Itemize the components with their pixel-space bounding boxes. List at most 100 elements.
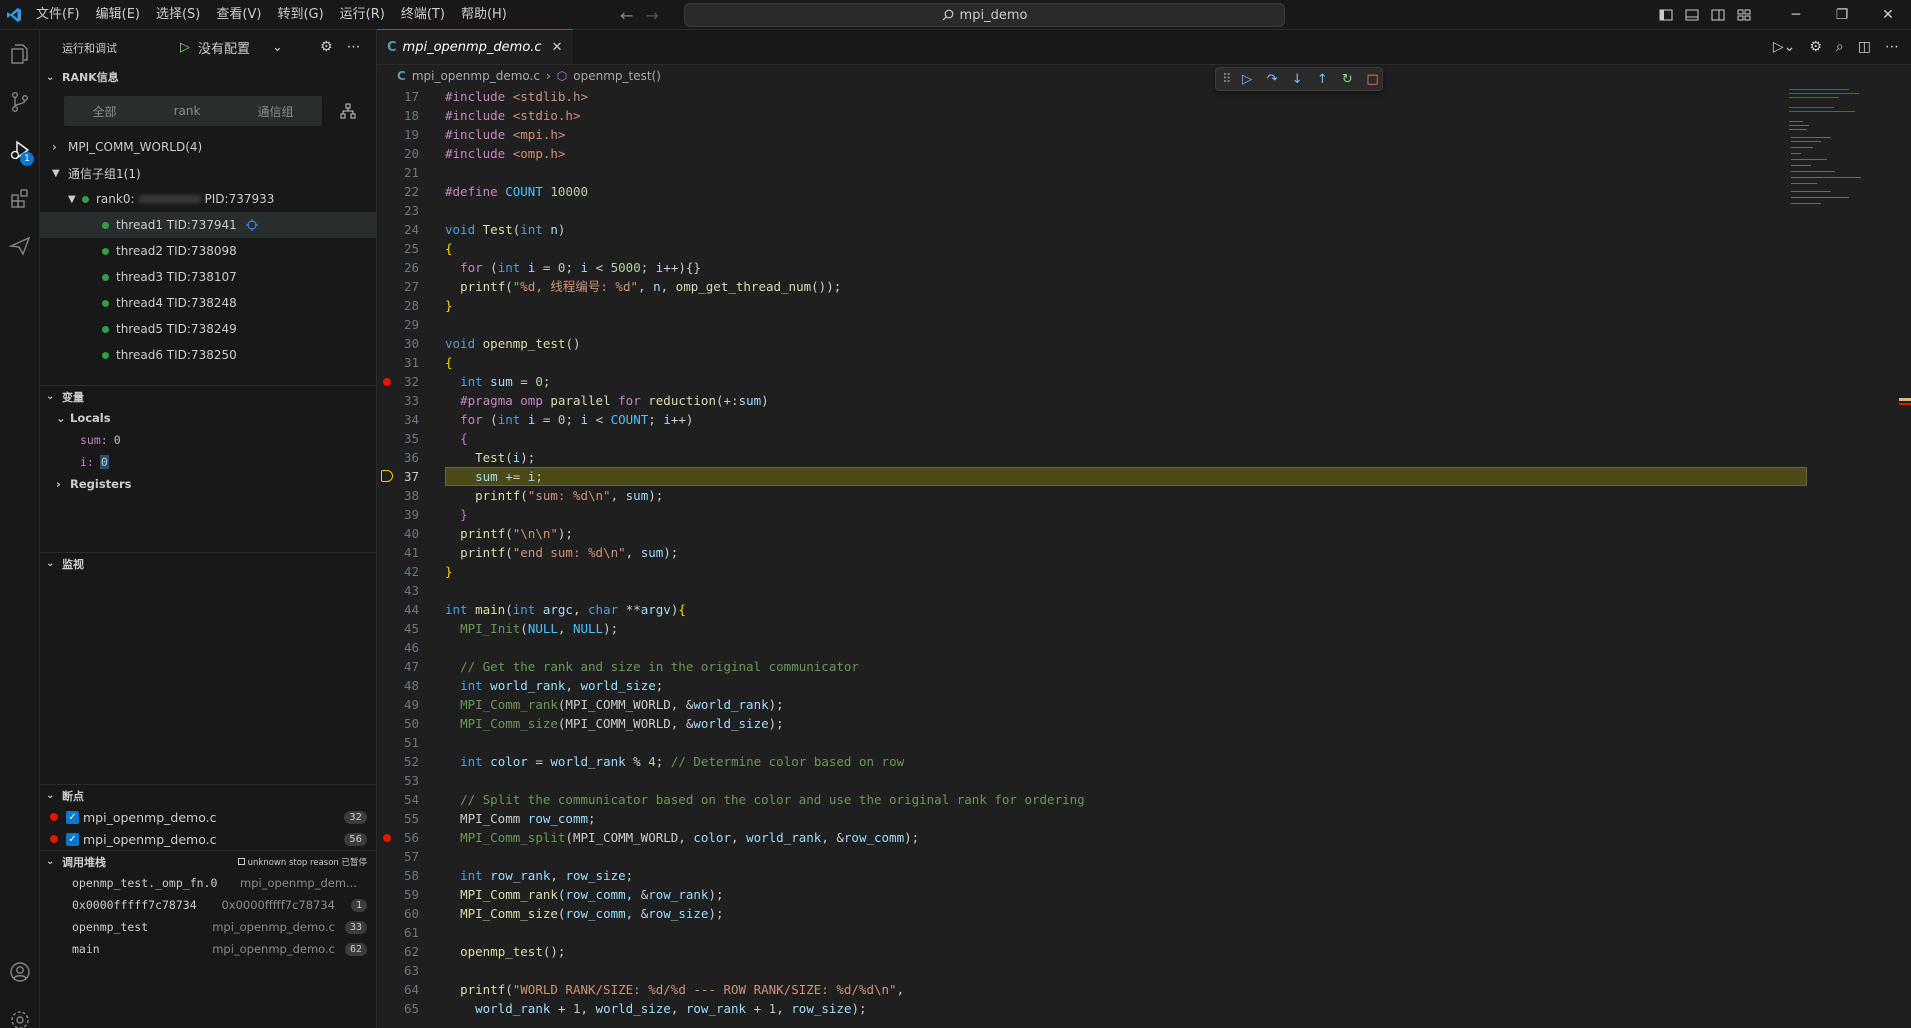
code-line[interactable]: 61 [377,923,1807,942]
code-text[interactable]: Test(i); [445,448,535,467]
menu-edit[interactable]: 编辑(E) [88,0,148,30]
code-text[interactable]: #pragma omp parallel for reduction(+:sum… [445,391,769,410]
hierarchy-icon[interactable] [340,103,356,119]
settings-gear-icon[interactable]: ⚙ [320,39,333,55]
code-text[interactable]: // Split the communicator based on the c… [445,790,1085,809]
step-into-icon[interactable]: ↓ [1288,69,1307,89]
code-line[interactable]: 36 Test(i); [377,448,1807,467]
code-line[interactable]: 44 int main(int argc, char **argv){ [377,600,1807,619]
extensions-icon[interactable] [0,174,40,222]
code-line[interactable]: 63 [377,961,1807,980]
code-line[interactable]: 49 MPI_Comm_rank(MPI_COMM_WORLD, &world_… [377,695,1807,714]
code-line[interactable]: 52 int color = world_rank % 4; // Determ… [377,752,1807,771]
step-over-icon[interactable]: ↷ [1263,69,1282,89]
code-line[interactable]: 21 [377,163,1807,182]
code-line[interactable]: 64 printf("WORLD RANK/SIZE: %d/%d --- RO… [377,980,1807,999]
code-text[interactable]: MPI_Comm_size(row_comm, &row_size); [445,904,723,923]
close-tab-icon[interactable]: ✕ [552,40,563,55]
code-line[interactable]: 51 [377,733,1807,752]
code-text[interactable]: int sum = 0; [445,372,550,391]
code-line[interactable]: 60 MPI_Comm_size(row_comm, &row_size); [377,904,1807,923]
variable-row[interactable]: sum: 0 [40,429,377,451]
code-line[interactable]: 32 int sum = 0; [377,372,1807,391]
locals-scope[interactable]: ⌄ Locals [40,407,377,429]
variable-row[interactable]: i: 0 [40,451,377,473]
tree-item-rank0[interactable]: ▼ rank0: PID:737933 [40,186,376,212]
code-text[interactable]: world_rank + 1, world_size, row_rank + 1… [445,999,866,1018]
code-text[interactable]: #include <omp.h> [445,144,565,163]
code-line[interactable]: 43 [377,581,1807,600]
code-line[interactable]: 35 { [377,429,1807,448]
registers-scope[interactable]: › Registers [40,473,377,495]
variables-section-header[interactable]: ⌄ 变量 [40,385,377,407]
code-text[interactable]: MPI_Comm_rank(MPI_COMM_WORLD, &world_ran… [445,695,784,714]
code-text[interactable]: MPI_Comm_size(MPI_COMM_WORLD, &world_siz… [445,714,784,733]
code-text[interactable]: { [445,429,468,448]
code-text[interactable]: #include <stdio.h> [445,106,580,125]
stop-icon[interactable]: □ [1363,69,1382,89]
code-line[interactable]: 27 printf("%d, 线程编号: %d", n, omp_get_thr… [377,277,1807,296]
code-line[interactable]: 34 for (int i = 0; i < COUNT; i++) [377,410,1807,429]
code-text[interactable]: // Get the rank and size in the original… [445,657,859,676]
code-line[interactable]: 22 #define COUNT 10000 [377,182,1807,201]
forward-arrow-icon[interactable]: → [645,6,658,25]
code-text[interactable]: printf("sum: %d\n", sum); [445,486,663,505]
breakpoint-checkbox[interactable]: ✓ [66,832,79,846]
code-text[interactable]: #include <stdlib.h> [445,87,588,106]
code-line-current[interactable]: 37 sum += i; [377,467,1807,486]
code-text[interactable]: int main(int argc, char **argv){ [445,600,686,619]
watch-section-header[interactable]: ⌄ 监视 [40,552,377,574]
toggle-secondary-sidebar-icon[interactable] [1711,8,1725,22]
step-out-icon[interactable]: ↑ [1313,69,1332,89]
run-config-selector[interactable]: ▷ 没有配置 ⌄ [180,38,283,57]
run-and-debug-icon[interactable]: 1 [0,126,40,174]
code-line[interactable]: 54 // Split the communicator based on th… [377,790,1807,809]
back-arrow-icon[interactable]: ← [620,6,633,25]
code-line[interactable]: 53 [377,771,1807,790]
code-line[interactable]: 59 MPI_Comm_rank(row_comm, &row_rank); [377,885,1807,904]
code-line[interactable]: 23 [377,201,1807,220]
code-line[interactable]: 19 #include <mpi.h> [377,125,1807,144]
code-line[interactable]: 18 #include <stdio.h> [377,106,1807,125]
code-line[interactable]: 17 #include <stdlib.h> [377,87,1807,106]
code-text[interactable]: } [445,562,453,581]
code-text[interactable]: for (int i = 0; i < 5000; i++){} [445,258,701,277]
code-text[interactable]: MPI_Comm_rank(row_comm, &row_rank); [445,885,723,904]
code-text[interactable]: for (int i = 0; i < COUNT; i++) [445,410,693,429]
code-line[interactable]: 29 [377,315,1807,334]
drag-handle-icon[interactable]: ⠿ [1222,69,1232,89]
code-text[interactable]: void openmp_test() [445,334,581,353]
account-icon[interactable] [0,948,40,996]
breadcrumb-symbol[interactable]: openmp_test() [573,69,661,83]
code-text[interactable]: void Test(int n) [445,220,565,239]
menu-selection[interactable]: 选择(S) [148,0,208,30]
tree-item-subgroup[interactable]: ▼ 通信子组1(1) [40,160,376,186]
code-line[interactable]: 28} [377,296,1807,315]
code-line[interactable]: 46 [377,638,1807,657]
code-line[interactable]: 39 } [377,505,1807,524]
code-line[interactable]: 30 void openmp_test() [377,334,1807,353]
restore-button[interactable]: ❐ [1819,0,1865,30]
code-text[interactable]: MPI_Comm_split(MPI_COMM_WORLD, color, wo… [445,828,919,847]
code-text[interactable]: #define COUNT 10000 [445,182,588,201]
code-text[interactable]: { [445,353,453,372]
code-line[interactable]: 47 // Get the rank and size in the origi… [377,657,1807,676]
code-line[interactable]: 45 MPI_Init(NULL, NULL); [377,619,1807,638]
code-line[interactable]: 65 world_rank + 1, world_size, row_rank … [377,999,1807,1018]
menu-file[interactable]: 文件(F) [28,0,88,30]
more-actions-icon[interactable]: ⋯ [347,39,361,55]
code-text[interactable]: int color = world_rank % 4; // Determine… [445,752,904,771]
stack-frame[interactable]: openmp_test mpi_openmp_demo.c 33 [40,916,377,938]
code-text[interactable]: printf("WORLD RANK/SIZE: %d/%d --- ROW R… [445,980,904,999]
thread-item[interactable]: thread6 TID:738250 [40,342,376,368]
code-text[interactable]: printf("\n\n"); [445,524,573,543]
toggle-primary-sidebar-icon[interactable] [1659,8,1673,22]
manage-gear-icon[interactable] [0,996,40,1028]
stack-frame[interactable]: main mpi_openmp_demo.c 62 [40,938,377,960]
stack-frame[interactable]: 0x0000fffff7c78734 0x0000fffff7c78734 1 [40,894,377,916]
code-text[interactable]: printf("%d, 线程编号: %d", n, omp_get_thread… [445,277,841,296]
code-line[interactable]: 31 { [377,353,1807,372]
tab-mpi-openmp-demo[interactable]: C mpi_openmp_demo.c ✕ [377,29,573,64]
chevron-down-icon[interactable]: ⌄ [272,40,283,55]
menu-run[interactable]: 运行(R) [332,0,393,30]
